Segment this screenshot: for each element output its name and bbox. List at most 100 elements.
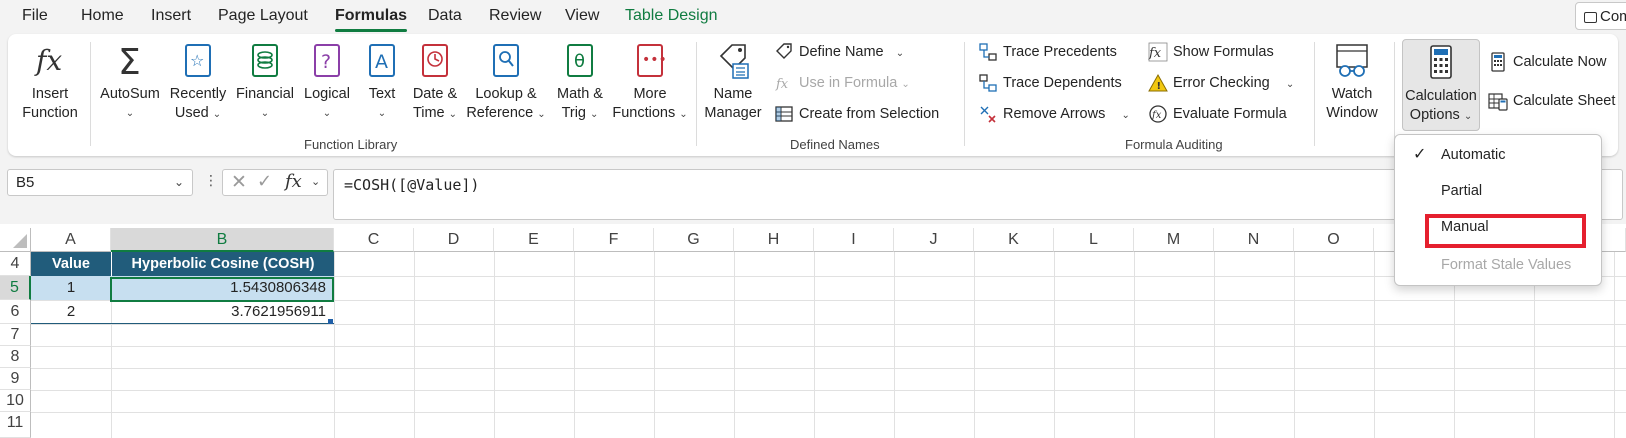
- column-header-k[interactable]: K: [974, 228, 1054, 252]
- error-checking-button[interactable]: ! Error Checking ⌄: [1148, 72, 1294, 94]
- show-formulas-icon: fx: [1148, 42, 1168, 62]
- table-resize-handle[interactable]: [328, 319, 333, 324]
- column-header-l[interactable]: L: [1054, 228, 1134, 252]
- chevron-down-icon: ⌄: [322, 108, 332, 119]
- column-header-i[interactable]: I: [814, 228, 894, 252]
- chevron-down-icon[interactable]: ⌄: [311, 175, 320, 188]
- watch-window-button[interactable]: Watch Window: [1316, 42, 1388, 123]
- automatic-label: Automatic: [1441, 147, 1506, 163]
- menu-item-automatic[interactable]: Automatic: [1441, 147, 1505, 163]
- menu-bar: File Home Insert Page Layout Formulas Da…: [0, 0, 1626, 34]
- svg-text:A: A: [375, 51, 388, 73]
- select-all-corner[interactable]: [0, 228, 31, 252]
- column-header-e[interactable]: E: [494, 228, 574, 252]
- row-header-5[interactable]: 5: [0, 276, 31, 300]
- tab-formulas[interactable]: Formulas: [335, 7, 408, 32]
- lookup-label-1: Lookup &: [475, 86, 537, 102]
- tag-icon: [776, 43, 792, 60]
- highlight-annotation-box: [1425, 214, 1586, 248]
- table-header-value[interactable]: Value: [31, 252, 111, 276]
- show-formulas-button[interactable]: fx Show Formulas: [1148, 41, 1274, 63]
- calculate-now-button[interactable]: Calculate Now: [1488, 51, 1607, 73]
- column-header-a[interactable]: A: [31, 228, 111, 252]
- create-from-selection-button[interactable]: Create from Selection: [774, 103, 939, 125]
- column-header-m[interactable]: M: [1134, 228, 1214, 252]
- watch-window-label-2: Window: [1326, 105, 1378, 121]
- tab-data[interactable]: Data: [428, 7, 462, 25]
- tab-file[interactable]: File: [22, 7, 48, 25]
- lookup-reference-button[interactable]: Lookup & Reference ⌄: [464, 42, 548, 124]
- calculate-sheet-button[interactable]: Calculate Sheet: [1488, 90, 1615, 112]
- logical-button[interactable]: ? Logical ⌄: [298, 42, 356, 123]
- column-header-d[interactable]: D: [414, 228, 494, 252]
- tab-home[interactable]: Home: [81, 7, 124, 25]
- define-name-button[interactable]: Define Name ⌄: [774, 41, 904, 63]
- ribbon-area: fx Insert Function Σ AutoSum ⌄ ☆ Recentl…: [0, 34, 1626, 160]
- row-header-9[interactable]: 9: [0, 368, 31, 390]
- enter-check-icon[interactable]: ✓: [257, 171, 272, 192]
- recently-used-button[interactable]: ☆ Recently Used ⌄: [166, 42, 230, 124]
- tab-review[interactable]: Review: [489, 7, 541, 25]
- row-header-8[interactable]: 8: [0, 346, 31, 368]
- tab-view[interactable]: View: [565, 7, 599, 25]
- coins-book-icon: [252, 44, 278, 77]
- remove-arrows-button[interactable]: Remove Arrows ⌄: [978, 103, 1130, 125]
- calculation-options-content: Calculation Options ⌄: [1403, 44, 1479, 126]
- trace-precedents-button[interactable]: Trace Precedents: [978, 41, 1117, 63]
- column-header-o[interactable]: O: [1294, 228, 1374, 252]
- column-header-n[interactable]: N: [1214, 228, 1294, 252]
- text-functions-button[interactable]: A Text ⌄: [358, 42, 406, 123]
- row-header-7[interactable]: 7: [0, 324, 31, 346]
- evaluate-formula-button[interactable]: fx Evaluate Formula: [1148, 103, 1287, 125]
- insert-function-button[interactable]: fx Insert Function: [16, 42, 84, 123]
- evaluate-formula-label: Evaluate Formula: [1173, 106, 1287, 122]
- insert-function-label-2: Function: [22, 105, 78, 121]
- more-functions-button[interactable]: ••• More Functions ⌄: [612, 42, 688, 124]
- name-box[interactable]: B5 ⌄: [7, 169, 193, 196]
- checkmark-icon: ✓: [1413, 146, 1427, 163]
- table-cell-a5[interactable]: 1: [31, 276, 111, 300]
- gridline: [31, 390, 1626, 391]
- column-header-j[interactable]: J: [894, 228, 974, 252]
- trace-dependents-button[interactable]: Trace Dependents: [978, 72, 1122, 94]
- trace-precedents-label: Trace Precedents: [1003, 44, 1117, 60]
- column-header-c[interactable]: C: [334, 228, 414, 252]
- sigma-icon: Σ: [118, 42, 141, 80]
- column-header-b[interactable]: B: [111, 228, 334, 252]
- financial-button[interactable]: Financial ⌄: [234, 42, 296, 123]
- define-name-label: Define Name: [799, 44, 884, 60]
- row-header-6[interactable]: 6: [0, 300, 31, 324]
- row-header-10[interactable]: 10: [0, 390, 31, 412]
- table-header-cosh[interactable]: Hyperbolic Cosine (COSH): [111, 252, 334, 276]
- column-header-f[interactable]: F: [574, 228, 654, 252]
- insert-function-icon[interactable]: fx: [285, 171, 302, 192]
- row-header-11[interactable]: 11: [0, 412, 31, 438]
- gridline: [31, 346, 1626, 347]
- name-manager-label-1: Name: [713, 86, 753, 102]
- name-manager-button[interactable]: Name Manager: [702, 42, 764, 123]
- date-time-button[interactable]: Date & Time ⌄: [406, 42, 464, 124]
- autosum-button[interactable]: Σ AutoSum ⌄: [96, 42, 164, 123]
- recently-used-label-2: Used ⌄: [174, 105, 222, 121]
- column-header-h[interactable]: H: [734, 228, 814, 252]
- menu-item-partial[interactable]: Partial: [1441, 183, 1482, 199]
- column-header-g[interactable]: G: [654, 228, 734, 252]
- chevron-down-icon: ⌄: [260, 108, 270, 119]
- comment-icon: [1584, 11, 1597, 23]
- calculation-options-button[interactable]: Calculation Options ⌄: [1402, 39, 1480, 131]
- math-trig-button[interactable]: θ Math & Trig ⌄: [550, 42, 610, 124]
- tab-insert[interactable]: Insert: [151, 7, 191, 25]
- table-cell-a6[interactable]: 2: [31, 300, 111, 324]
- formula-bar: B5 ⌄ ⋮ ✕ ✓ fx ⌄ =COSH([@Value]): [0, 160, 1626, 224]
- evaluate-formula-icon: fx: [1149, 105, 1167, 123]
- cancel-icon[interactable]: ✕: [231, 171, 247, 194]
- comments-button[interactable]: Com: [1575, 2, 1626, 30]
- more-options-icon[interactable]: ⋮: [204, 172, 218, 189]
- use-in-formula-button: fx Use in Formula ⌄: [775, 75, 910, 93]
- error-checking-label: Error Checking: [1173, 75, 1270, 91]
- row-header-4[interactable]: 4: [0, 252, 31, 276]
- tab-table-design[interactable]: Table Design: [625, 7, 718, 25]
- table-cell-b6[interactable]: 3.7621956911: [111, 300, 334, 324]
- tab-page-layout[interactable]: Page Layout: [218, 7, 308, 25]
- create-from-selection-label: Create from Selection: [799, 106, 940, 122]
